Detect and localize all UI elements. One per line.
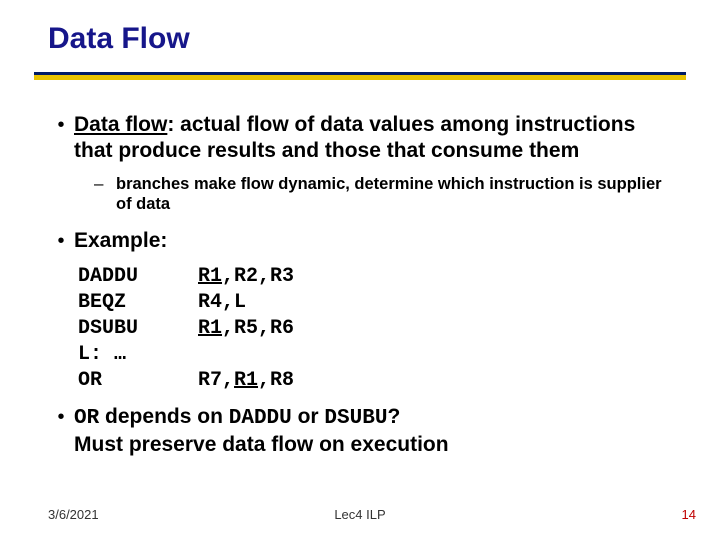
code-op: BEQZ bbox=[78, 290, 198, 316]
footer-page-number: 14 bbox=[682, 507, 696, 522]
code-inline-or: OR bbox=[74, 407, 99, 430]
slide-title: Data Flow bbox=[48, 22, 190, 56]
code-row: OR R7,R1,R8 bbox=[78, 368, 668, 394]
bullet-dot-icon: • bbox=[48, 112, 74, 138]
definition-term: Data flow bbox=[74, 113, 167, 136]
question-mid: or bbox=[292, 405, 325, 428]
code-args: R7,R1,R8 bbox=[198, 368, 294, 394]
code-row: L: … bbox=[78, 342, 668, 368]
code-args: R4,L bbox=[198, 290, 246, 316]
slide-body: • Data flow: actual flow of data values … bbox=[48, 112, 668, 468]
code-args: R1,R2,R3 bbox=[198, 264, 294, 290]
code-inline-dsubu: DSUBU bbox=[324, 407, 387, 430]
code-row: DSUBU R1,R5,R6 bbox=[78, 316, 668, 342]
code-op: DSUBU bbox=[78, 316, 198, 342]
bullet-question-text: OR depends on DADDU or DSUBU? Must prese… bbox=[74, 404, 449, 458]
code-op: DADDU bbox=[78, 264, 198, 290]
title-rule-gold bbox=[34, 75, 686, 80]
code-op: OR bbox=[78, 368, 198, 394]
code-op: L: … bbox=[78, 342, 198, 368]
bullet-definition: • Data flow: actual flow of data values … bbox=[48, 112, 668, 164]
sub-bullet-text: branches make flow dynamic, determine wh… bbox=[116, 174, 668, 214]
footer-lecture: Lec4 ILP bbox=[0, 507, 720, 522]
code-row: DADDU R1,R2,R3 bbox=[78, 264, 668, 290]
bullet-example: • Example: bbox=[48, 228, 668, 254]
question-pre: depends on bbox=[99, 405, 229, 428]
code-row: BEQZ R4,L bbox=[78, 290, 668, 316]
sub-bullet-branches: – branches make flow dynamic, determine … bbox=[94, 174, 668, 214]
code-block: DADDU R1,R2,R3 BEQZ R4,L DSUBU R1,R5,R6 … bbox=[78, 264, 668, 394]
bullet-example-label: Example: bbox=[74, 228, 167, 254]
code-args: R1,R5,R6 bbox=[198, 316, 294, 342]
question-line2: Must preserve data flow on execution bbox=[74, 433, 449, 456]
bullet-dot-icon: • bbox=[48, 228, 74, 254]
slide: Data Flow • Data flow: actual flow of da… bbox=[0, 0, 720, 540]
bullet-definition-text: Data flow: actual flow of data values am… bbox=[74, 112, 668, 164]
dash-icon: – bbox=[94, 174, 116, 194]
question-q: ? bbox=[387, 405, 400, 428]
code-inline-daddu: DADDU bbox=[229, 407, 292, 430]
bullet-question: • OR depends on DADDU or DSUBU? Must pre… bbox=[48, 404, 668, 458]
bullet-dot-icon: • bbox=[48, 404, 74, 430]
